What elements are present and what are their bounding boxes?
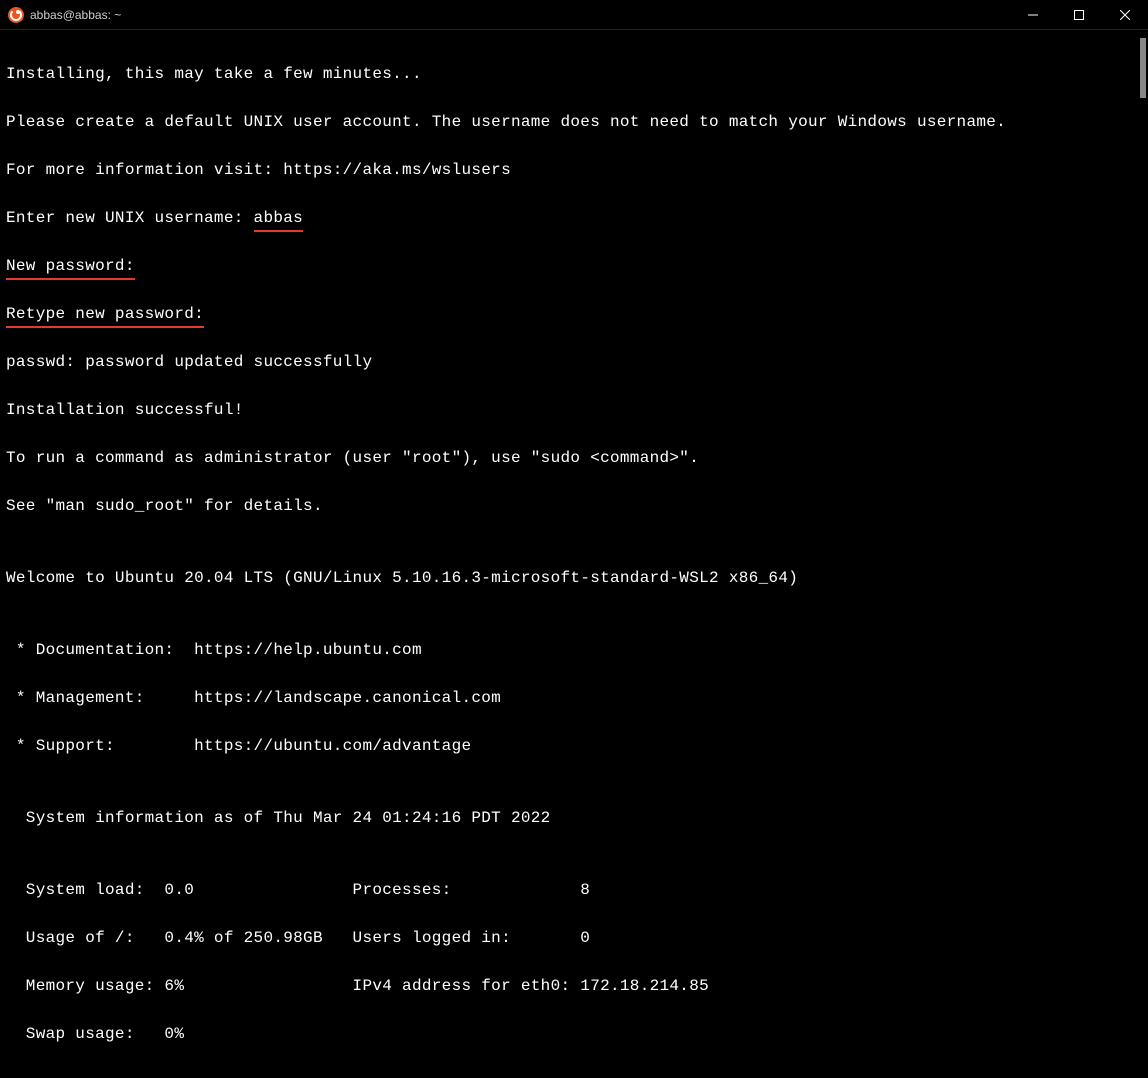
- scrollbar-thumb[interactable]: [1140, 38, 1146, 98]
- terminal-line: New password:: [6, 254, 1142, 278]
- terminal-line: Memory usage: 6% IPv4 address for eth0: …: [6, 974, 1142, 998]
- terminal-line: Swap usage: 0%: [6, 1022, 1142, 1046]
- terminal-line: Retype new password:: [6, 302, 1142, 326]
- terminal-content[interactable]: Installing, this may take a few minutes.…: [0, 30, 1148, 1078]
- window-controls: [1010, 0, 1148, 29]
- terminal-line: * Documentation: https://help.ubuntu.com: [6, 638, 1142, 662]
- terminal-line: * Management: https://landscape.canonica…: [6, 686, 1142, 710]
- minimize-button[interactable]: [1010, 0, 1056, 29]
- retype-password-label: Retype new password:: [6, 302, 204, 326]
- maximize-button[interactable]: [1056, 0, 1102, 29]
- titlebar-left: abbas@abbas: ~: [8, 7, 121, 23]
- terminal-line: System information as of Thu Mar 24 01:2…: [6, 806, 1142, 830]
- terminal-line: Enter new UNIX username: abbas: [6, 206, 1142, 230]
- close-button[interactable]: [1102, 0, 1148, 29]
- terminal-line: * Support: https://ubuntu.com/advantage: [6, 734, 1142, 758]
- terminal-line: To run a command as administrator (user …: [6, 446, 1142, 470]
- username-prompt: Enter new UNIX username:: [6, 209, 254, 227]
- terminal-line: See "man sudo_root" for details.: [6, 494, 1142, 518]
- username-value: abbas: [254, 206, 304, 230]
- terminal-line: Welcome to Ubuntu 20.04 LTS (GNU/Linux 5…: [6, 566, 1142, 590]
- close-icon: [1120, 10, 1130, 20]
- new-password-label: New password:: [6, 254, 135, 278]
- terminal-line: Installing, this may take a few minutes.…: [6, 62, 1142, 86]
- terminal-line: Usage of /: 0.4% of 250.98GB Users logge…: [6, 926, 1142, 950]
- terminal-line: System load: 0.0 Processes: 8: [6, 878, 1142, 902]
- window-title: abbas@abbas: ~: [30, 8, 121, 22]
- ubuntu-icon: [8, 7, 24, 23]
- terminal-line: passwd: password updated successfully: [6, 350, 1142, 374]
- minimize-icon: [1028, 10, 1038, 20]
- terminal-line: For more information visit: https://aka.…: [6, 158, 1142, 182]
- terminal-line: Please create a default UNIX user accoun…: [6, 110, 1142, 134]
- window-titlebar: abbas@abbas: ~: [0, 0, 1148, 30]
- maximize-icon: [1074, 10, 1084, 20]
- terminal-line: Installation successful!: [6, 398, 1142, 422]
